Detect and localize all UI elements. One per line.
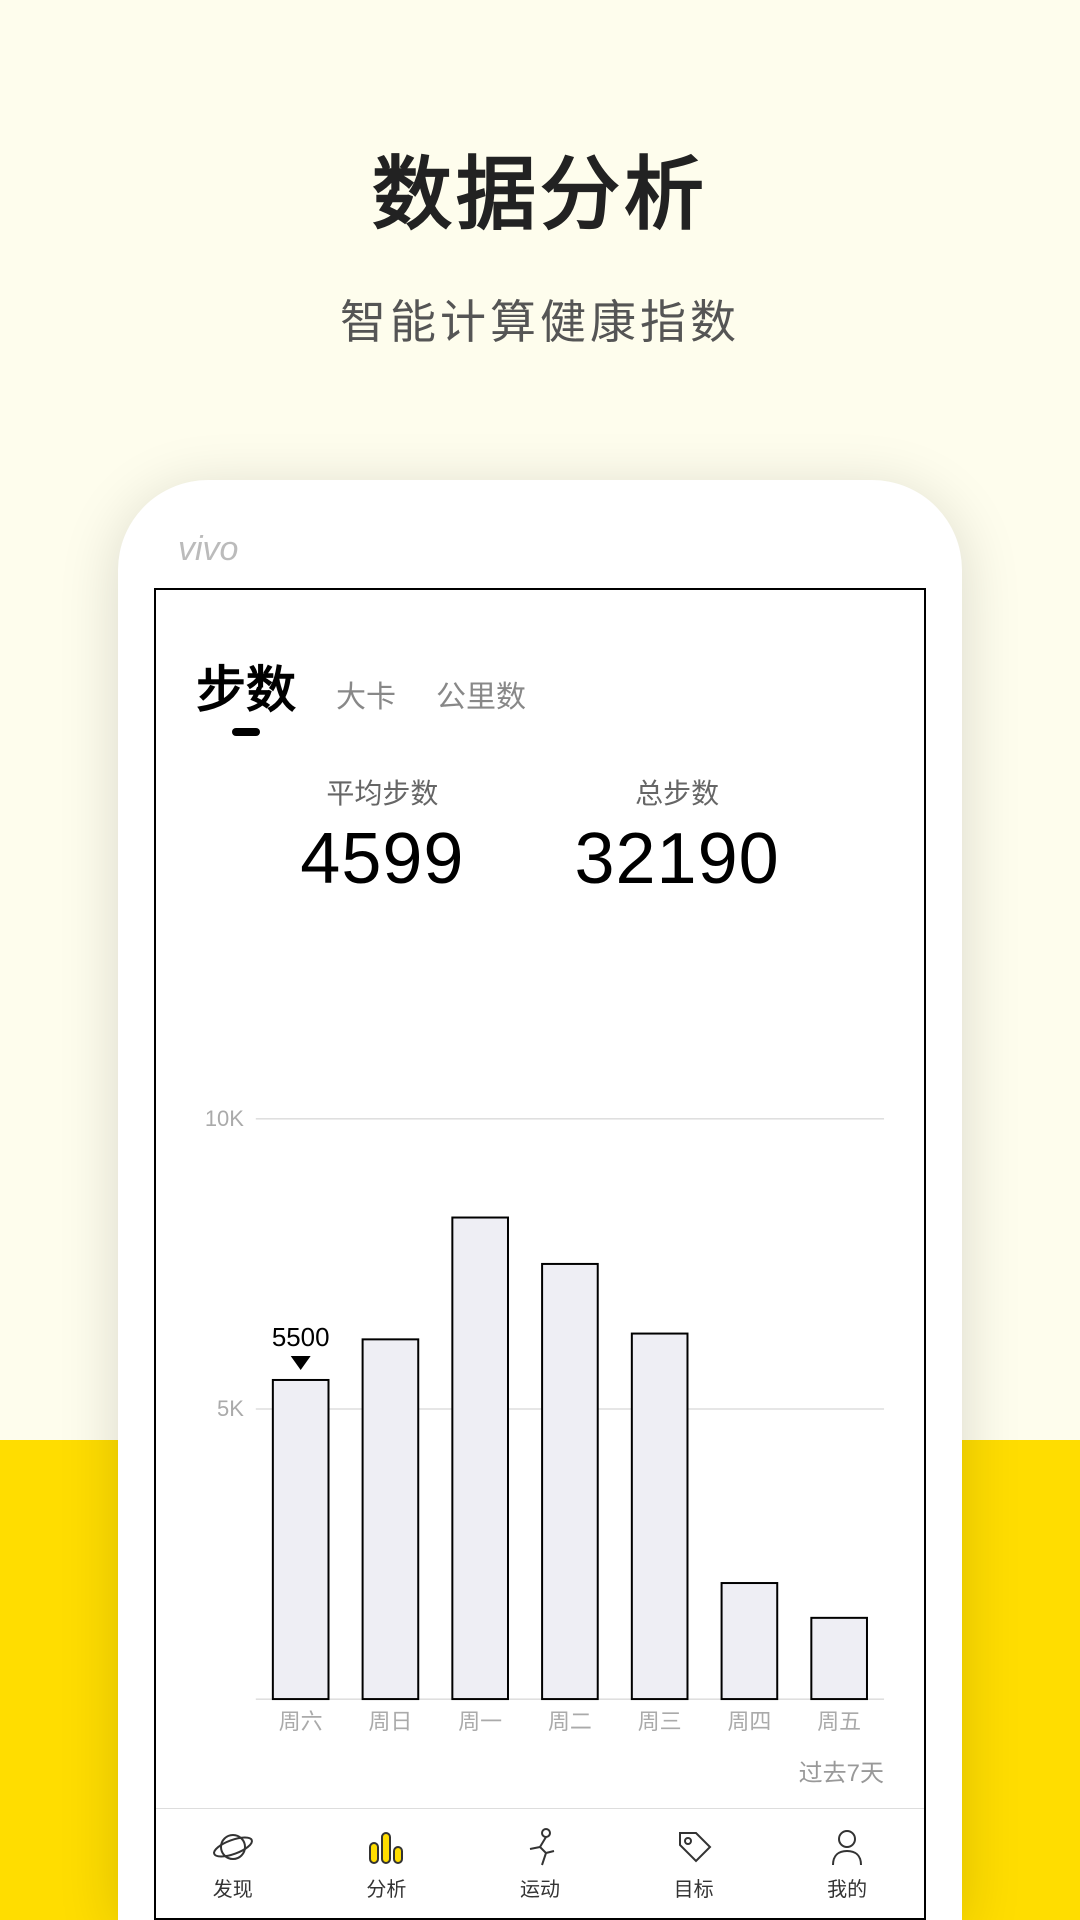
tag-icon	[672, 1825, 716, 1869]
bar-周五[interactable]	[811, 1618, 867, 1699]
svg-text:周四: 周四	[727, 1709, 771, 1734]
svg-text:vivo: vivo	[178, 530, 238, 568]
chart-range-note: 过去7天	[799, 1753, 884, 1788]
chart-icon	[364, 1825, 408, 1869]
runner-icon	[518, 1825, 562, 1869]
metric-tabs: 步数 大卡 公里数	[156, 590, 924, 722]
stat-total-value: 32190	[574, 818, 779, 900]
nav-profile-label: 我的	[827, 1873, 867, 1902]
svg-text:周六: 周六	[279, 1709, 323, 1734]
svg-text:10K: 10K	[205, 1106, 244, 1131]
nav-profile[interactable]: 我的	[770, 1809, 924, 1918]
stat-average-label: 平均步数	[300, 772, 464, 812]
page-subtitle: 智能计算健康指数	[0, 286, 1080, 352]
bar-周一[interactable]	[452, 1218, 508, 1700]
nav-analysis-label: 分析	[366, 1873, 406, 1902]
nav-discover-label: 发现	[213, 1873, 253, 1902]
stat-total: 总步数 32190	[574, 772, 779, 900]
page-title: 数据分析	[0, 0, 1080, 246]
nav-discover[interactable]: 发现	[156, 1809, 310, 1918]
bar-周日[interactable]	[363, 1339, 419, 1699]
screen: 步数 大卡 公里数 平均步数 4599 总步数 32190 5K 10K 周六 周日 周…	[154, 588, 926, 1920]
planet-icon	[211, 1825, 255, 1869]
tab-steps[interactable]: 步数	[196, 650, 296, 722]
svg-text:周一: 周一	[458, 1709, 502, 1734]
nav-goals[interactable]: 目标	[617, 1809, 771, 1918]
svg-text:周日: 周日	[369, 1709, 413, 1734]
person-icon	[825, 1825, 869, 1869]
svg-text:周二: 周二	[548, 1709, 592, 1734]
bottom-nav: 发现 分析 运动 目标	[156, 1808, 924, 1918]
bar-周三[interactable]	[632, 1334, 688, 1700]
stats-row: 平均步数 4599 总步数 32190	[156, 772, 924, 900]
bar-周四[interactable]	[722, 1583, 778, 1699]
vivo-logo: vivo	[178, 530, 298, 570]
nav-analysis[interactable]: 分析	[310, 1809, 464, 1918]
svg-text:5500: 5500	[272, 1324, 330, 1352]
svg-text:周五: 周五	[817, 1709, 861, 1734]
bar-周二[interactable]	[542, 1264, 598, 1699]
stat-average-value: 4599	[300, 818, 464, 900]
stat-average: 平均步数 4599	[300, 772, 464, 900]
bar-chart: 5K 10K 周六 周日 周一 周二 周三 周四 周五 5500	[186, 990, 894, 1750]
phone-frame: vivo 步数 大卡 公里数 平均步数 4599 总步数 32190 5K 10K…	[118, 480, 962, 1920]
tab-calories[interactable]: 大卡	[336, 672, 396, 716]
tab-distance[interactable]: 公里数	[436, 672, 526, 716]
nav-exercise-label: 运动	[520, 1873, 560, 1902]
nav-goals-label: 目标	[674, 1873, 714, 1902]
bar-周六[interactable]	[273, 1380, 329, 1699]
nav-exercise[interactable]: 运动	[463, 1809, 617, 1918]
svg-text:周三: 周三	[638, 1709, 682, 1734]
svg-text:5K: 5K	[217, 1396, 244, 1421]
stat-total-label: 总步数	[574, 772, 779, 812]
